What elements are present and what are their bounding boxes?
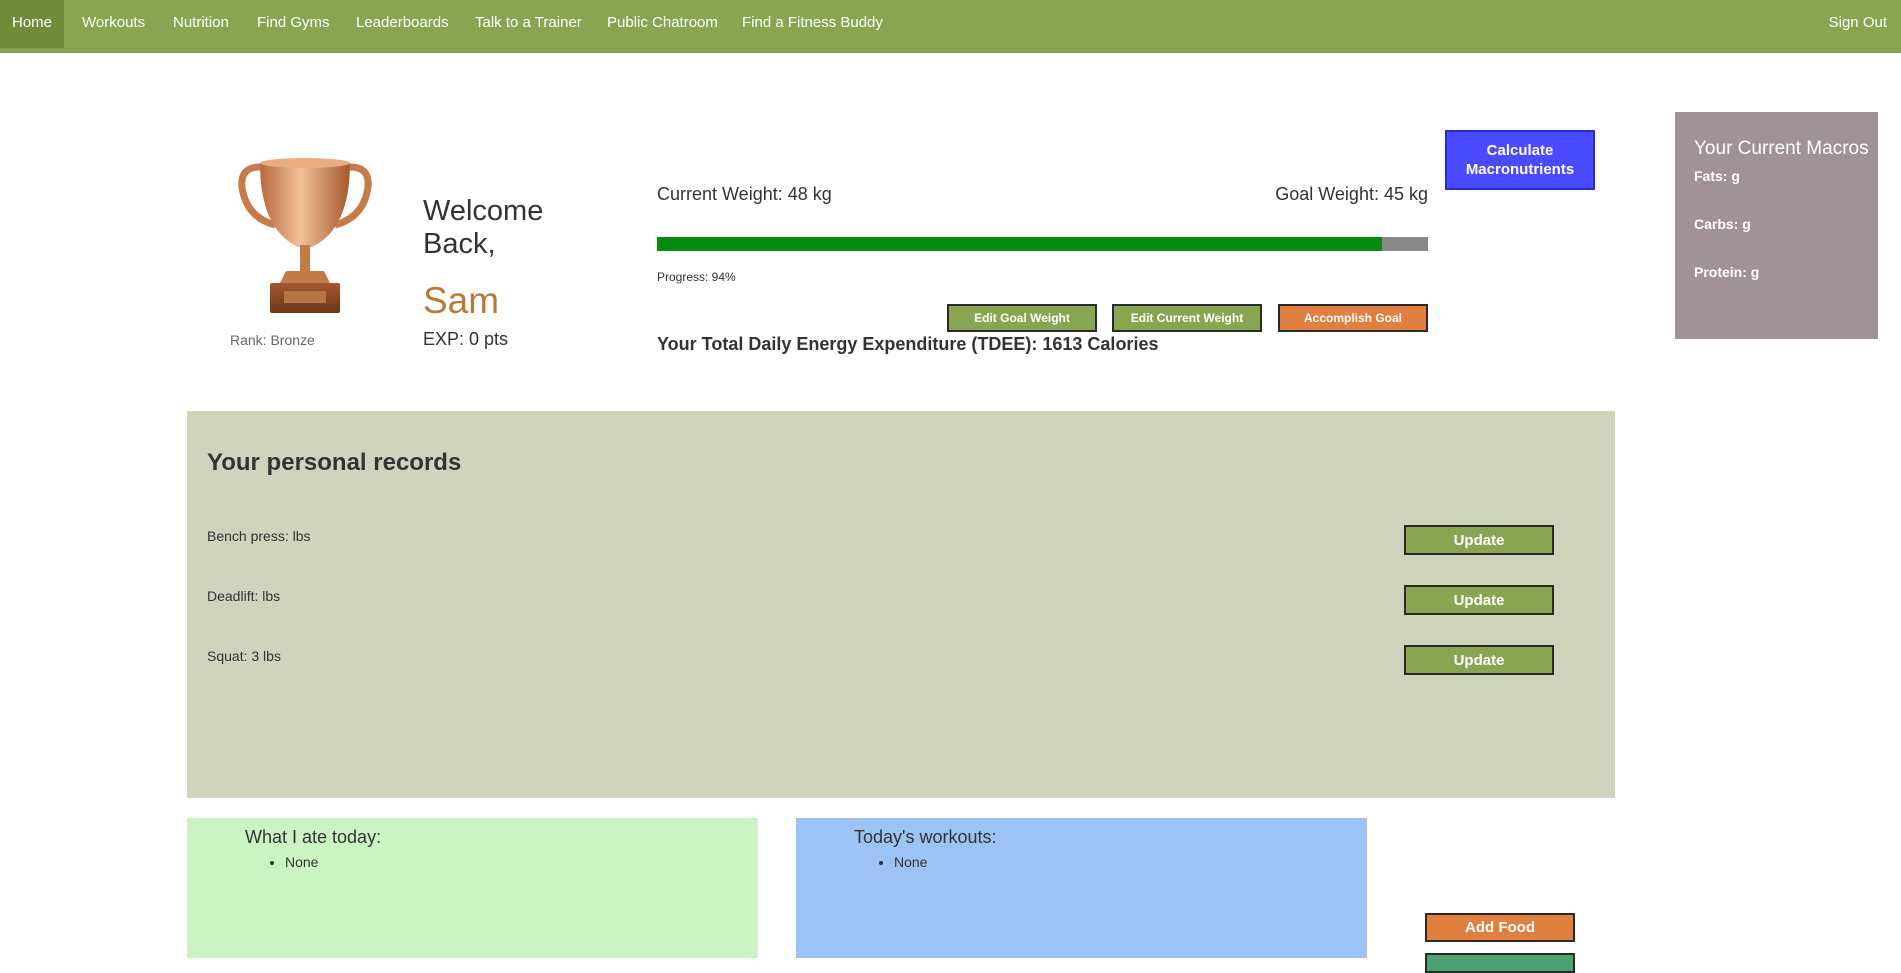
nav-leaderboards[interactable]: Leaderboards — [356, 0, 449, 48]
nav-nutrition[interactable]: Nutrition — [173, 0, 229, 48]
record-deadlift: Deadlift: lbs — [207, 588, 281, 604]
personal-records-panel: Your personal records Bench press: lbs U… — [187, 411, 1615, 798]
nav-public-chatroom[interactable]: Public Chatroom — [607, 0, 718, 48]
welcome-heading: Welcome Back, — [423, 195, 544, 260]
add-food-button[interactable]: Add Food — [1425, 913, 1575, 942]
nav-find-fitness-buddy[interactable]: Find a Fitness Buddy — [742, 0, 883, 48]
user-name: Sam — [423, 280, 500, 321]
add-workout-button[interactable] — [1425, 953, 1575, 973]
food-log-title: What I ate today: — [245, 827, 382, 847]
update-bench-press-button[interactable]: Update — [1404, 525, 1554, 555]
exp-points: EXP: 0 pts — [423, 329, 509, 349]
weight-progress-bar — [657, 237, 1428, 251]
update-squat-button[interactable]: Update — [1404, 645, 1554, 675]
accomplish-goal-button[interactable]: Accomplish Goal — [1278, 304, 1428, 332]
macros-panel: Your Current Macros Fats: g Carbs: g Pro… — [1675, 112, 1878, 339]
macros-title: Your Current Macros — [1694, 138, 1869, 159]
tdee-text: Your Total Daily Energy Expenditure (TDE… — [657, 334, 1159, 354]
food-log-list: None — [245, 854, 318, 870]
food-log-panel: What I ate today: None — [187, 818, 758, 958]
edit-goal-weight-button[interactable]: Edit Goal Weight — [947, 304, 1097, 332]
weight-progress-fill — [657, 237, 1382, 251]
nav-home[interactable]: Home — [0, 0, 65, 48]
workouts-log-title: Today's workouts: — [854, 827, 997, 847]
nav-sign-out[interactable]: Sign Out — [1829, 0, 1887, 48]
nav-find-gyms[interactable]: Find Gyms — [257, 0, 330, 48]
record-squat: Squat: 3 lbs — [207, 648, 281, 664]
top-nav: Home Workouts Nutrition Find Gyms Leader… — [0, 0, 1901, 53]
goal-weight: Goal Weight: 45 kg — [1275, 184, 1428, 204]
nav-workouts[interactable]: Workouts — [82, 0, 145, 48]
workouts-log-list: None — [854, 854, 927, 870]
records-title: Your personal records — [207, 449, 462, 476]
workouts-log-panel: Today's workouts: None — [796, 818, 1367, 958]
current-weight: Current Weight: 48 kg — [657, 184, 832, 204]
macro-carbs: Carbs: g — [1694, 216, 1751, 232]
progress-label: Progress: 94% — [657, 270, 736, 284]
list-item: None — [894, 854, 927, 870]
list-item: None — [285, 854, 318, 870]
edit-current-weight-button[interactable]: Edit Current Weight — [1112, 304, 1262, 332]
macro-protein: Protein: g — [1694, 264, 1760, 280]
record-bench-press: Bench press: lbs — [207, 528, 311, 544]
nav-talk-to-trainer[interactable]: Talk to a Trainer — [475, 0, 582, 48]
update-deadlift-button[interactable]: Update — [1404, 585, 1554, 615]
trophy-icon — [230, 137, 380, 332]
calculate-macros-button[interactable]: Calculate Macronutrients — [1445, 130, 1595, 190]
rank-label: Rank: Bronze — [230, 332, 315, 348]
macro-fats: Fats: g — [1694, 168, 1740, 184]
